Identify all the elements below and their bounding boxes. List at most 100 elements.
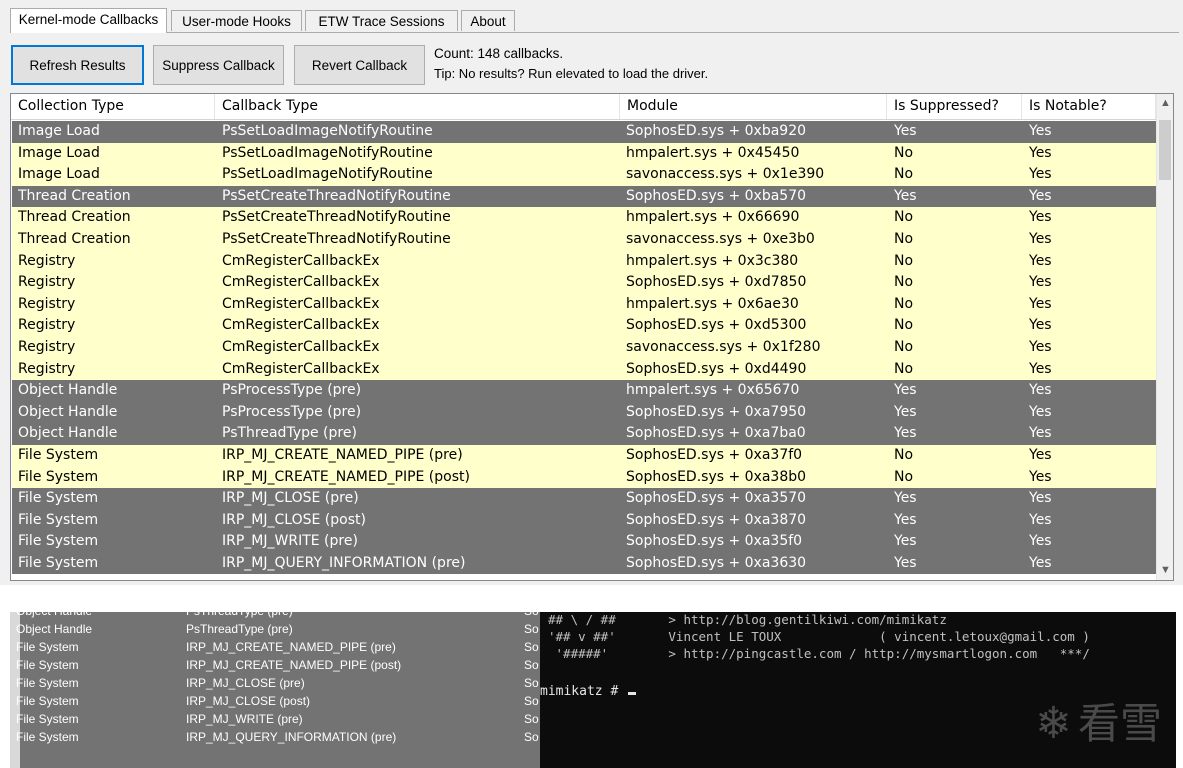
table-row[interactable]: Object Handle PsProcessType (pre) hmpalert… — [12, 380, 1156, 402]
cell-module: SophosED.sys + 0xa3870 — [626, 511, 807, 528]
table-row[interactable]: File System IRP_MJ_CLOSE (post) SophosED.s… — [12, 509, 1156, 532]
cell-callback: IRP_MJ_CLOSE (post) — [222, 511, 366, 528]
refresh-results-button[interactable]: Refresh Results — [11, 45, 144, 85]
cell-suppressed: No — [894, 209, 914, 226]
cell-callback: CmRegisterCallbackEx — [222, 274, 380, 291]
column-header-module[interactable]: Module — [620, 94, 887, 119]
cell-collection: Registry — [18, 360, 76, 377]
tab-divider — [10, 32, 1179, 33]
scroll-up-icon[interactable]: ▲ — [1157, 95, 1173, 112]
cell-notable: Yes — [1029, 468, 1052, 485]
cell-notable: Yes — [1029, 187, 1052, 204]
tab-about[interactable]: About — [461, 10, 515, 31]
table-row[interactable]: Thread Creation PsSetCreateThreadNotifyRo… — [12, 207, 1156, 229]
cell-notable: Yes — [1029, 490, 1052, 507]
table-row[interactable]: File System IRP_MJ_WRITE (pre) SophosED.sy… — [12, 531, 1156, 553]
cell-suppressed: Yes — [894, 403, 917, 420]
scroll-thumb[interactable] — [1159, 120, 1171, 180]
cell-suppressed: No — [894, 317, 914, 334]
cell-collection: Registry — [18, 338, 76, 355]
cell-module: SophosED.sys + 0xba920 — [626, 123, 807, 139]
cell-notable: Yes — [1029, 338, 1052, 355]
cell-module: SophosED.sys + 0xa35f0 — [626, 533, 803, 550]
cell-suppressed: Yes — [894, 425, 917, 442]
cell-callback: CmRegisterCallbackEx — [222, 360, 380, 377]
cell-collection: Object Handle — [16, 622, 93, 636]
table-row[interactable]: Object Handle PsProcessType (pre) SophosED… — [12, 401, 1156, 424]
vertical-scrollbar[interactable]: ▲ ▼ — [1156, 94, 1173, 580]
text-cursor — [628, 692, 637, 695]
column-header-is-notable[interactable]: Is Notable? — [1022, 94, 1156, 119]
cell-collection: File System — [16, 712, 79, 726]
cell-collection: File System — [18, 511, 99, 528]
cell-callback: IRP_MJ_CREATE_NAMED_PIPE (post) — [222, 468, 470, 485]
table-row[interactable]: Registry CmRegisterCallbackEx SophosED.sys… — [12, 272, 1156, 294]
cell-suppressed: No — [894, 166, 914, 183]
table-row[interactable]: Registry CmRegisterCallbackEx savonaccess.… — [12, 336, 1156, 359]
scroll-down-icon[interactable]: ▼ — [1157, 562, 1173, 579]
table-row[interactable]: File System IRP_MJ_CREATE_NAMED_PIPE (pre… — [12, 444, 1156, 467]
suppress-callback-button[interactable]: Suppress Callback — [153, 45, 284, 85]
cell-callback: PsSetCreateThreadNotifyRoutine — [222, 230, 451, 247]
cell-suppressed: Yes — [894, 123, 917, 139]
cell-notable: Yes — [1029, 209, 1052, 226]
cell-collection: Object Handle — [18, 425, 118, 442]
table-row[interactable]: Thread Creation PsSetCreateThreadNotifyRo… — [12, 185, 1156, 208]
cell-collection: Object Handle — [18, 382, 118, 399]
table-row[interactable]: Registry CmRegisterCallbackEx hmpalert.sys… — [12, 293, 1156, 316]
table-row[interactable]: Image Load PsSetLoadImageNotifyRoutine hmp… — [12, 142, 1156, 165]
table-row[interactable]: Image Load PsSetLoadImageNotifyRoutine Sop… — [12, 121, 1156, 143]
cell-notable: Yes — [1029, 166, 1052, 183]
cell-module: SophosED.sys + 0xd7850 — [626, 274, 807, 291]
cell-module: SophosED.sys + 0xa7950 — [626, 403, 807, 420]
list-item: File System IRP_MJ_CLOSE (post) So — [10, 692, 540, 710]
callbacks-grid[interactable]: Collection Type Callback Type Module Is … — [10, 93, 1174, 581]
table-row[interactable]: File System IRP_MJ_QUERY_INFORMATION (pre… — [12, 552, 1156, 575]
snowflake-icon: ❄ — [1035, 698, 1072, 749]
list-item: File System IRP_MJ_CREATE_NAMED_PIPE (pre… — [10, 638, 540, 656]
tab-kernel-mode-callbacks[interactable]: Kernel-mode Callbacks — [10, 8, 167, 33]
table-row[interactable]: Object Handle PsThreadType (pre) SophosED.… — [12, 423, 1156, 445]
table-row[interactable]: Registry CmRegisterCallbackEx hmpalert.sys… — [12, 250, 1156, 273]
cell-suppressed: No — [894, 274, 914, 291]
tip-label: Tip: No results? Run elevated to load th… — [434, 66, 709, 81]
mimikatz-terminal[interactable]: ## \ / ## > http://blog.gentilkiwi.com/m… — [540, 612, 1176, 768]
cell-suppressed: Yes — [894, 554, 917, 571]
cell-module_prefix: So — [524, 694, 539, 708]
grid-header: Collection Type Callback Type Module Is … — [11, 94, 1156, 120]
cell-callback: IRP_MJ_CLOSE (post) — [186, 694, 311, 708]
cell-module_prefix: So — [524, 676, 539, 690]
cell-suppressed: No — [894, 144, 914, 161]
table-row[interactable]: File System IRP_MJ_CLOSE (pre) SophosED.sy… — [12, 488, 1156, 510]
cell-callback: CmRegisterCallbackEx — [222, 317, 380, 334]
cell-suppressed: No — [894, 252, 914, 269]
cell-collection: Thread Creation — [18, 209, 131, 226]
cell-callback: PsThreadType (pre) — [222, 425, 357, 442]
table-row[interactable]: Registry CmRegisterCallbackEx SophosED.sys… — [12, 358, 1156, 381]
column-header-is-suppressed[interactable]: Is Suppressed? — [887, 94, 1022, 119]
table-row[interactable]: Registry CmRegisterCallbackEx SophosED.sys… — [12, 315, 1156, 337]
cell-collection: File System — [16, 640, 79, 654]
revert-callback-button[interactable]: Revert Callback — [294, 45, 425, 85]
cell-module: SophosED.sys + 0xba570 — [626, 187, 807, 204]
cell-module_prefix: So — [524, 612, 539, 620]
column-header-collection-type[interactable]: Collection Type — [11, 94, 215, 119]
prompt-text: mimikatz # — [540, 684, 627, 699]
column-header-callback-type[interactable]: Callback Type — [215, 94, 620, 119]
cell-module_prefix: So — [524, 640, 539, 654]
table-row[interactable]: File System IRP_MJ_CREATE_NAMED_PIPE (pos… — [12, 466, 1156, 489]
cell-module: hmpalert.sys + 0x65670 — [626, 382, 800, 399]
terminal-prompt[interactable]: mimikatz # — [540, 684, 637, 699]
cell-callback: IRP_MJ_QUERY_INFORMATION (pre) — [186, 730, 397, 744]
cell-module: SophosED.sys + 0xa3570 — [626, 490, 807, 507]
cell-suppressed: No — [894, 295, 914, 312]
table-row[interactable]: Image Load PsSetLoadImageNotifyRoutine sav… — [12, 164, 1156, 186]
cell-suppressed: Yes — [894, 511, 917, 528]
cell-module: hmpalert.sys + 0x3c380 — [626, 252, 799, 269]
cell-notable: Yes — [1029, 317, 1052, 334]
table-row[interactable]: Thread Creation PsSetCreateThreadNotifyRo… — [12, 228, 1156, 251]
cell-suppressed: No — [894, 338, 914, 355]
tab-user-mode-hooks[interactable]: User-mode Hooks — [171, 10, 302, 31]
tab-etw-trace-sessions[interactable]: ETW Trace Sessions — [305, 10, 458, 31]
cell-callback: PsThreadType (pre) — [186, 622, 293, 636]
